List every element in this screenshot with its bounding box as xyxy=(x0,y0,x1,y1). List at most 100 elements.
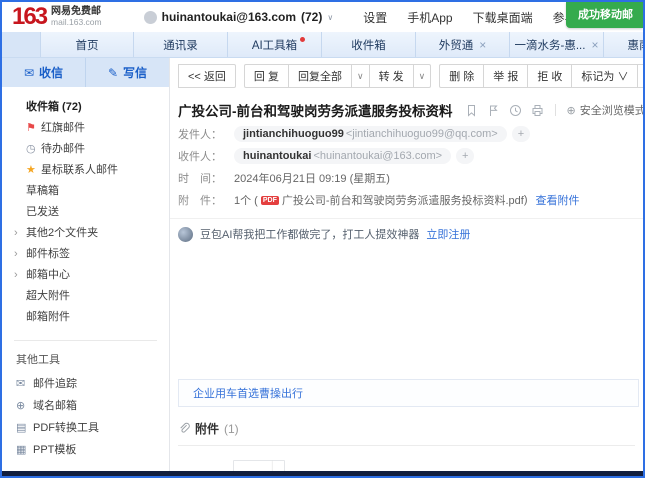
pdf-badge-icon: PDF xyxy=(261,196,279,205)
sidebar-item-inbox[interactable]: 收件箱 (72) xyxy=(2,97,169,118)
top-header: 163 网易免费邮 mail.163.com huinantoukai@163.… xyxy=(2,2,643,32)
document-icon: ▤ xyxy=(16,417,33,439)
sidebar-item-drafts[interactable]: 草稿箱 xyxy=(2,181,169,202)
sidebar-item-domain-mailbox[interactable]: ⊕域名邮箱 xyxy=(2,395,169,417)
notification-dot-icon xyxy=(300,37,305,42)
success-toast: 成功移动邮 xyxy=(566,2,643,28)
pencil-icon: ✎ xyxy=(108,66,118,80)
forward-button[interactable]: 转 发 xyxy=(369,64,414,88)
to-contact-pill[interactable]: huinantoukai <huinantoukai@163.com> xyxy=(234,148,451,164)
sidebar-item-other-folders[interactable]: ›其他2个文件夹 xyxy=(2,223,169,244)
bookmark-icon[interactable] xyxy=(465,104,478,117)
compose-mail-button[interactable]: ✎ 写信 xyxy=(85,58,169,87)
close-icon[interactable]: × xyxy=(591,39,598,51)
sidebar-item-sent[interactable]: 已发送 xyxy=(2,202,169,223)
tab-bar: 首页 通讯录 AI工具箱 收件箱 外贸通 × 一滴水务-惠... × 惠南智谷 xyxy=(2,32,643,58)
reply-all-dropdown[interactable]: ∨ xyxy=(351,64,370,88)
icon-divider xyxy=(555,104,556,116)
tab-home[interactable]: 首页 xyxy=(40,32,134,57)
tab-huinan-zhigu[interactable]: 惠南智谷 xyxy=(604,32,643,57)
mail-app-window: 163 网易免费邮 mail.163.com huinantoukai@163.… xyxy=(0,0,645,478)
envelope-icon: ✉ xyxy=(16,373,33,395)
menu-item-desktop-client[interactable]: 下载桌面端 xyxy=(473,9,533,26)
tools-list: ✉邮件追踪 ⊕域名邮箱 ▤PDF转换工具 ▦PPT模板 xyxy=(2,373,169,461)
sidebar-item-flagged[interactable]: ⚑红旗邮件 xyxy=(2,118,169,139)
attachment-filename[interactable]: 广投公司-前台和驾驶岗劳务派遣服务投标资料.pdf xyxy=(282,192,524,208)
sidebar-item-large-attachments[interactable]: 超大附件 xyxy=(2,286,169,307)
sidebar-item-mailbox-attachments[interactable]: 邮箱附件 xyxy=(2,307,169,328)
from-label: 发件人： xyxy=(178,126,234,142)
attachments-title: 附件 xyxy=(195,420,219,437)
add-contact-button[interactable]: + xyxy=(456,148,474,164)
tab-inbox[interactable]: 收件箱 xyxy=(322,32,416,57)
sidebar-item-starred-contacts[interactable]: ★星标联系人邮件 xyxy=(2,160,169,181)
reply-button[interactable]: 回 复 xyxy=(244,64,289,88)
sidebar-item-todo[interactable]: ◷待办邮件 xyxy=(2,139,169,160)
reject-button[interactable]: 拒 收 xyxy=(527,64,572,88)
expand-arrow-icon: › xyxy=(14,265,26,286)
mail-toolbar: << 返回 回 复 回复全部 ∨ 转 发 ∨ 删 除 举 报 拒 收 标记为 ∨… xyxy=(170,58,643,93)
from-row: 发件人： jintianchihuoguo99 <jintianchihuogu… xyxy=(170,126,643,142)
report-button[interactable]: 举 报 xyxy=(483,64,528,88)
sidebar-item-mail-center[interactable]: ›邮箱中心 xyxy=(2,265,169,286)
delete-button[interactable]: 删 除 xyxy=(439,64,484,88)
tab-ai-toolbox[interactable]: AI工具箱 xyxy=(228,32,322,57)
sidebar-item-ppt-templates[interactable]: ▦PPT模板 xyxy=(2,439,169,461)
star-icon: ★ xyxy=(26,160,41,181)
logo-163-text: 163 xyxy=(12,4,46,30)
tab-foreign-trade[interactable]: 外贸通 × xyxy=(416,32,510,57)
reply-all-button[interactable]: 回复全部 xyxy=(288,64,352,88)
tab-water-company[interactable]: 一滴水务-惠... × xyxy=(510,32,604,57)
attachment-label: 附 件： xyxy=(178,192,234,208)
folder-list: 收件箱 (72) ⚑红旗邮件 ◷待办邮件 ★星标联系人邮件 草稿箱 已发送 ›其… xyxy=(2,87,169,332)
sidebar-item-pdf-converter[interactable]: ▤PDF转换工具 xyxy=(2,417,169,439)
from-contact-pill[interactable]: jintianchihuoguo99 <jintianchihuoguo99@q… xyxy=(234,126,507,142)
to-row: 收件人： huinantoukai <huinantoukai@163.com>… xyxy=(170,148,643,164)
other-tools-header: 其他工具 xyxy=(2,351,169,367)
attachments-header: 附件 (1) xyxy=(178,420,635,437)
sidebar-item-mail-tracking[interactable]: ✉邮件追踪 xyxy=(2,373,169,395)
sidebar-item-mail-tags[interactable]: ›邮件标签 xyxy=(2,244,169,265)
shield-circle-icon: ⊕ xyxy=(567,104,576,117)
sidebar-divider xyxy=(14,340,157,341)
unread-count: (72) xyxy=(301,10,322,24)
register-now-link[interactable]: 立即注册 xyxy=(426,226,470,242)
doubao-avatar-icon xyxy=(178,227,193,242)
compose-row: ✉ 收信 ✎ 写信 xyxy=(2,58,169,87)
menu-item-mobile-app[interactable]: 手机App xyxy=(407,9,452,26)
tab-contacts[interactable]: 通讯录 xyxy=(134,32,228,57)
close-icon[interactable]: × xyxy=(479,39,486,51)
window-bottom-edge xyxy=(2,471,643,476)
receive-mail-button[interactable]: ✉ 收信 xyxy=(2,58,85,87)
mail-163-logo[interactable]: 163 网易免费邮 mail.163.com xyxy=(12,4,102,30)
flag-icon[interactable] xyxy=(487,104,500,117)
move-to-dropdown[interactable]: 移动到 ∨ xyxy=(637,64,643,88)
sidebar: ✉ 收信 ✎ 写信 收件箱 (72) ⚑红旗邮件 ◷待办邮件 ★星标联系人邮件 xyxy=(2,58,170,476)
schedule-clock-icon[interactable] xyxy=(509,104,522,117)
account-email: huinantoukai@163.com xyxy=(162,10,296,24)
main-area: ✉ 收信 ✎ 写信 收件箱 (72) ⚑红旗邮件 ◷待办邮件 ★星标联系人邮件 xyxy=(2,58,643,476)
expand-arrow-icon: › xyxy=(14,223,26,244)
red-flag-icon: ⚑ xyxy=(26,118,41,139)
caocao-ad-link[interactable]: 企业用车首选曹操出行 xyxy=(193,388,303,400)
mail-subject: 广投公司-前台和驾驶岗劳务派遣服务投标资料 xyxy=(178,100,453,120)
time-row: 时 间： 2024年06月21日 09:19 (星期五) xyxy=(170,170,643,186)
receive-mail-icon: ✉ xyxy=(24,66,34,80)
attachments-count: (1) xyxy=(224,422,239,436)
account-menu[interactable]: huinantoukai@163.com (72) ∨ xyxy=(144,10,334,24)
account-avatar-icon xyxy=(144,11,157,24)
back-button[interactable]: << 返回 xyxy=(178,64,236,88)
forward-dropdown[interactable]: ∨ xyxy=(413,64,432,88)
mark-as-dropdown[interactable]: 标记为 ∨ xyxy=(571,64,638,88)
mail-body xyxy=(170,249,643,379)
add-contact-button[interactable]: + xyxy=(512,126,530,142)
safe-browse-mode-dropdown[interactable]: ⊕ 安全浏览模式 ∨ xyxy=(567,102,644,118)
banner-text: 豆包AI帮我把工作都做完了，打工人提效神器 xyxy=(200,226,419,242)
time-label: 时 间： xyxy=(178,170,234,186)
printer-icon[interactable] xyxy=(531,104,544,117)
attachments-section: 附件 (1) PDF 广投公司-前台和... 1.91M xyxy=(170,416,643,476)
view-attachment-link[interactable]: 查看附件 xyxy=(536,192,580,208)
menu-item-settings[interactable]: 设置 xyxy=(363,9,387,26)
expand-arrow-icon: › xyxy=(14,244,26,265)
logo-subtitle: mail.163.com xyxy=(51,18,102,27)
